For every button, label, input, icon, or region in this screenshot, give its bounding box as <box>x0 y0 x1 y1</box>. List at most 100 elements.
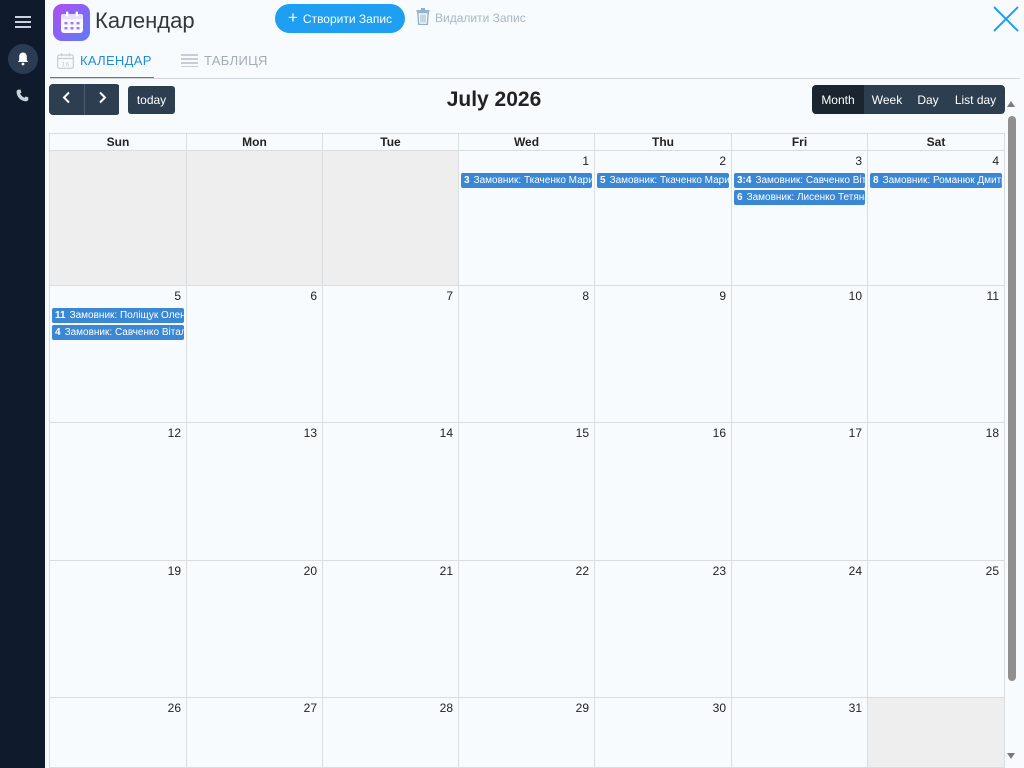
day-cell[interactable]: 30 <box>595 698 732 767</box>
day-number[interactable]: 26 <box>168 701 181 715</box>
day-cell[interactable] <box>50 151 187 285</box>
day-number[interactable]: 29 <box>576 701 589 715</box>
day-number[interactable]: 11 <box>987 289 999 303</box>
day-number[interactable]: 2 <box>719 154 726 168</box>
weekday-header: Tue <box>323 134 459 150</box>
day-number[interactable]: 18 <box>986 426 999 440</box>
day-cell[interactable]: 17 <box>732 423 868 560</box>
day-number[interactable]: 12 <box>168 426 181 440</box>
delete-record-button[interactable]: Видалити Запис <box>416 8 526 28</box>
day-cell[interactable]: 15 <box>459 423 595 560</box>
day-cell[interactable]: 5 11 Замовник: Поліщук Олена 4 Замовник: Сав… <box>50 286 187 422</box>
day-number[interactable]: 27 <box>304 701 317 715</box>
prev-button[interactable] <box>49 84 84 115</box>
day-number[interactable]: 20 <box>304 564 317 578</box>
day-number[interactable]: 14 <box>440 426 453 440</box>
week-row: 12 13 14 15 16 17 18 <box>50 423 1005 561</box>
day-number[interactable]: 10 <box>849 289 862 303</box>
day-number[interactable]: 22 <box>576 564 589 578</box>
day-number[interactable]: 21 <box>440 564 453 578</box>
scrollbar-thumb[interactable] <box>1008 116 1016 681</box>
day-cell[interactable]: 26 <box>50 698 187 767</box>
day-cell[interactable]: 25 <box>868 561 1005 697</box>
day-number[interactable]: 1 <box>582 154 589 168</box>
day-cell[interactable]: 4 8 Замовник: Романюк Дмитро <box>868 151 1005 285</box>
day-number[interactable]: 30 <box>713 701 726 715</box>
day-number[interactable]: 8 <box>582 289 589 303</box>
day-number[interactable]: 24 <box>849 564 862 578</box>
day-number[interactable]: 7 <box>446 289 453 303</box>
day-cell[interactable]: 10 <box>732 286 868 422</box>
day-cell[interactable]: 7 <box>323 286 459 422</box>
day-cell[interactable]: 1 3 Замовник: Ткаченко Марина <box>459 151 595 285</box>
calendar-event[interactable]: 3 Замовник: Ткаченко Марина <box>461 173 592 188</box>
day-cell[interactable]: 8 <box>459 286 595 422</box>
day-cell[interactable]: 24 <box>732 561 868 697</box>
view-list-day-button[interactable]: List day <box>946 85 1005 114</box>
day-cell[interactable]: 28 <box>323 698 459 767</box>
day-number[interactable]: 28 <box>440 701 453 715</box>
day-number[interactable]: 15 <box>576 426 589 440</box>
tab-calendar[interactable]: 16 КАЛЕНДАР <box>50 53 154 79</box>
day-cell[interactable]: 18 <box>868 423 1005 560</box>
day-number[interactable]: 31 <box>849 701 862 715</box>
day-cell[interactable]: 9 <box>595 286 732 422</box>
day-number[interactable]: 13 <box>304 426 317 440</box>
calendar-event[interactable]: 8 Замовник: Романюк Дмитро <box>870 173 1002 188</box>
day-cell[interactable]: 31 <box>732 698 868 767</box>
day-cell[interactable]: 14 <box>323 423 459 560</box>
day-number[interactable]: 16 <box>713 426 726 440</box>
view-month-button[interactable]: Month <box>812 85 864 114</box>
next-button[interactable] <box>84 84 119 115</box>
tabs-divider <box>50 78 1020 79</box>
day-cell[interactable] <box>187 151 323 285</box>
event-title: Замовник: Романюк Дмитро <box>882 175 1002 186</box>
calendar-event[interactable]: 4 Замовник: Савченко Віталій <box>52 325 184 340</box>
day-cell[interactable]: 20 <box>187 561 323 697</box>
day-cell[interactable]: 21 <box>323 561 459 697</box>
day-cell[interactable]: 2 5 Замовник: Ткаченко Марина <box>595 151 732 285</box>
weekday-header: Sun <box>50 134 187 150</box>
day-number[interactable]: 5 <box>174 289 181 303</box>
phone-icon[interactable] <box>0 78 45 112</box>
scroll-down-arrow-icon[interactable] <box>1007 753 1015 759</box>
day-cell[interactable]: 6 <box>187 286 323 422</box>
day-number[interactable]: 3 <box>855 154 862 168</box>
trash-icon <box>416 8 430 28</box>
day-number[interactable]: 4 <box>992 154 999 168</box>
day-cell[interactable]: 12 <box>50 423 187 560</box>
calendar-event[interactable]: 11 Замовник: Поліщук Олена <box>52 308 184 323</box>
create-record-button[interactable]: + Створити Запис <box>275 4 405 33</box>
notifications-button[interactable] <box>0 42 45 76</box>
day-number[interactable]: 6 <box>310 289 317 303</box>
day-cell[interactable]: 23 <box>595 561 732 697</box>
menu-icon[interactable] <box>0 5 45 39</box>
day-cell[interactable]: 11 <box>868 286 1005 422</box>
day-cell[interactable]: 27 <box>187 698 323 767</box>
calendar-event[interactable]: 5 Замовник: Ткаченко Марина <box>597 173 729 188</box>
day-number[interactable]: 9 <box>719 289 726 303</box>
close-icon[interactable] <box>991 4 1021 34</box>
calendar-event[interactable]: 6 Замовник: Лисенко Тетяна <box>734 190 865 205</box>
day-number[interactable]: 23 <box>713 564 726 578</box>
day-number[interactable]: 17 <box>849 426 862 440</box>
day-cell[interactable]: 3 3:4Замовник: Савченко Віталій 6Замовник:… <box>732 151 868 285</box>
tab-calendar-label: КАЛЕНДАР <box>80 53 152 68</box>
weeks-container: 1 3 Замовник: Ткаченко Марина 2 5 Замовник: Т… <box>50 151 1005 768</box>
day-cell[interactable]: 19 <box>50 561 187 697</box>
view-day-button[interactable]: Day <box>910 85 946 114</box>
calendar-event[interactable]: 3:4Замовник: Савченко Віталій <box>734 173 865 188</box>
tab-table[interactable]: ТАБЛИЦЯ <box>181 53 268 79</box>
day-cell[interactable] <box>323 151 459 285</box>
day-cell[interactable]: 16 <box>595 423 732 560</box>
calendar-app-icon <box>53 4 90 41</box>
day-number[interactable]: 19 <box>168 564 181 578</box>
day-cell[interactable]: 13 <box>187 423 323 560</box>
day-cell[interactable]: 22 <box>459 561 595 697</box>
today-button[interactable]: today <box>128 86 175 114</box>
view-week-button[interactable]: Week <box>864 85 910 114</box>
day-number[interactable]: 25 <box>986 564 999 578</box>
scroll-up-arrow-icon[interactable] <box>1007 101 1015 107</box>
day-cell[interactable]: 29 <box>459 698 595 767</box>
day-cell[interactable] <box>868 698 1005 767</box>
